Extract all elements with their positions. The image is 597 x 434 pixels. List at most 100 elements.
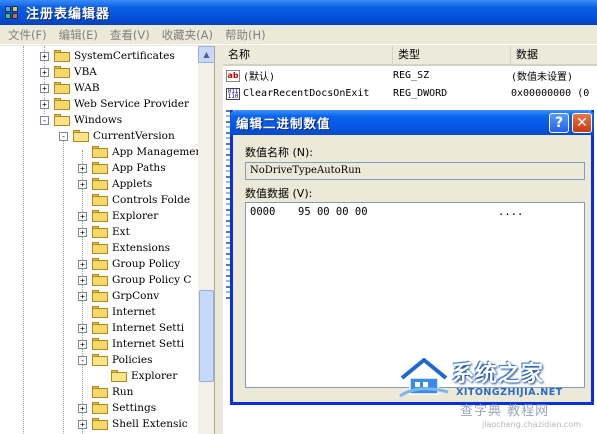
expand-icon[interactable]: + [78, 227, 87, 237]
list-header: 名称 类型 数据 [223, 46, 597, 66]
tree-node-label: CurrentVersion [93, 130, 175, 142]
folder-icon [92, 322, 108, 334]
tree-node-app-paths[interactable]: + App Paths [78, 160, 166, 176]
tree-node-web-service-provider[interactable]: + Web Service Provider [40, 96, 189, 112]
menu-file[interactable]: 文件(F) [2, 27, 53, 43]
folder-open-icon [111, 370, 127, 382]
tree-node-label: GrpConv [112, 290, 160, 302]
list-row[interactable]: 011 110 ClearRecentDocsOnExit REG_DWORD 0x… [223, 85, 597, 102]
tree-node-internet-settings-2[interactable]: + Internet Setti [78, 336, 184, 352]
expand-icon[interactable]: + [78, 403, 87, 413]
expand-icon[interactable]: + [78, 323, 87, 333]
tree-node-label: Internet [112, 306, 156, 318]
pane-splitter[interactable] [215, 46, 223, 434]
collapse-icon[interactable]: - [59, 131, 68, 141]
menu-view[interactable]: 查看(V) [104, 27, 156, 43]
column-header-data[interactable]: 数据 [511, 46, 597, 64]
binary-value-icon: 011 110 [226, 87, 240, 100]
dialog-title-bar[interactable]: 编辑二进制数值 [230, 110, 594, 135]
tree-node-windows[interactable]: - Windows [40, 112, 122, 128]
watermark-url: XITONGZHIJIA.NET [456, 387, 563, 398]
folder-open-icon [92, 354, 108, 366]
tree-node-group-policy[interactable]: + Group Policy [78, 256, 180, 272]
collapse-icon[interactable]: - [78, 355, 87, 365]
expand-icon[interactable]: + [40, 83, 49, 93]
tree-scrollbar[interactable]: ▲ [198, 46, 214, 434]
column-header-type[interactable]: 类型 [393, 46, 511, 64]
tree-node-policies[interactable]: - Policies [78, 352, 153, 368]
expand-icon[interactable]: + [78, 259, 87, 269]
tree-node-app-management[interactable]: App Management [78, 144, 207, 160]
tree-node-settings[interactable]: + Settings [78, 400, 156, 416]
folder-icon [92, 146, 108, 158]
expand-icon[interactable]: + [78, 179, 87, 189]
menu-edit[interactable]: 编辑(E) [53, 27, 104, 43]
folder-icon [92, 162, 108, 174]
scrollbar-thumb[interactable] [199, 290, 214, 382]
tree-node-internet-settings-1[interactable]: + Internet Setti [78, 320, 184, 336]
registry-editor-icon [4, 5, 20, 21]
folder-icon [92, 194, 108, 206]
menu-favorites[interactable]: 收藏夹(A) [156, 27, 219, 43]
expand-icon[interactable]: + [78, 291, 87, 301]
expand-icon[interactable]: + [78, 419, 87, 429]
tree-node-policies-explorer[interactable]: Explorer [97, 368, 177, 384]
tree-node-run[interactable]: Run [78, 384, 133, 400]
folder-icon [92, 274, 108, 286]
tree-node-label: App Paths [112, 162, 166, 174]
tree-node-label: Applets [112, 178, 153, 190]
folder-icon [92, 258, 108, 270]
expand-icon[interactable]: + [40, 67, 49, 77]
folder-icon [92, 402, 108, 414]
tree-node-internet[interactable]: Internet [78, 304, 156, 320]
folder-open-icon [73, 130, 89, 142]
hex-bytes[interactable]: 95 00 00 00 [298, 206, 368, 218]
tree-node-grpconv[interactable]: + GrpConv [78, 288, 159, 304]
tree-node-label: Explorer [112, 210, 159, 222]
expand-icon[interactable]: + [78, 163, 87, 173]
tree-node-vba[interactable]: + VBA [40, 64, 97, 80]
value-name: (默认) [243, 72, 276, 83]
scroll-up-arrow-icon[interactable]: ▲ [198, 46, 214, 63]
folder-icon [92, 338, 108, 350]
collapse-icon[interactable]: - [40, 115, 49, 125]
value-data: (数值未设置) [511, 72, 574, 83]
tree-node-shell-extensions[interactable]: + Shell Extensic [78, 416, 188, 432]
registry-tree[interactable]: + SystemCertificates + VBA + WAB + Web Servi… [0, 46, 215, 434]
value-data: 0x00000000 (0 [511, 88, 590, 99]
tree-node-label: Internet Setti [112, 322, 185, 334]
expand-icon[interactable]: + [78, 211, 87, 221]
folder-icon [92, 242, 108, 254]
tree-node-group-policy-c[interactable]: + Group Policy C [78, 272, 191, 288]
tree-node-label: Web Service Provider [74, 98, 190, 110]
tree-node-applets[interactable]: + Applets [78, 176, 152, 192]
expand-icon[interactable]: + [40, 51, 49, 61]
folder-icon [54, 66, 70, 78]
expand-icon[interactable]: + [40, 99, 49, 109]
help-button[interactable]: ? [549, 113, 569, 133]
title-bar[interactable]: 注册表编辑器 [0, 0, 597, 25]
tree-node-controls-folder[interactable]: Controls Folde [78, 192, 190, 208]
tree-node-explorer[interactable]: + Explorer [78, 208, 158, 224]
value-type: REG_SZ [393, 70, 430, 81]
string-value-icon: ab [226, 69, 240, 82]
tree-node-label: Internet Setti [112, 338, 185, 350]
tree-node-label: Explorer [131, 370, 178, 382]
tree-node-systemcertificates[interactable]: + SystemCertificates [40, 48, 175, 64]
close-button[interactable]: ✕ [572, 113, 592, 133]
value-name-field[interactable]: NoDriveTypeAutoRun [245, 162, 585, 180]
tree-node-wab[interactable]: + WAB [40, 80, 100, 96]
list-row[interactable]: ab (默认) REG_SZ (数值未设置) [223, 67, 597, 84]
menu-help[interactable]: 帮助(H) [219, 27, 272, 43]
tree-node-ext[interactable]: + Ext [78, 224, 130, 240]
tree-node-label: WAB [74, 82, 100, 94]
expand-icon[interactable]: + [78, 275, 87, 285]
tree-guide-line [63, 134, 64, 434]
tree-node-label: Ext [112, 226, 130, 238]
column-header-name[interactable]: 名称 [223, 46, 393, 64]
watermark-site3: jiaocheng.chazidian.com [482, 420, 582, 429]
tree-node-currentversion[interactable]: - CurrentVersion [59, 128, 175, 144]
expand-icon[interactable]: + [78, 339, 87, 349]
ascii-view: .... [498, 206, 524, 218]
tree-node-extensions[interactable]: Extensions [78, 240, 170, 256]
